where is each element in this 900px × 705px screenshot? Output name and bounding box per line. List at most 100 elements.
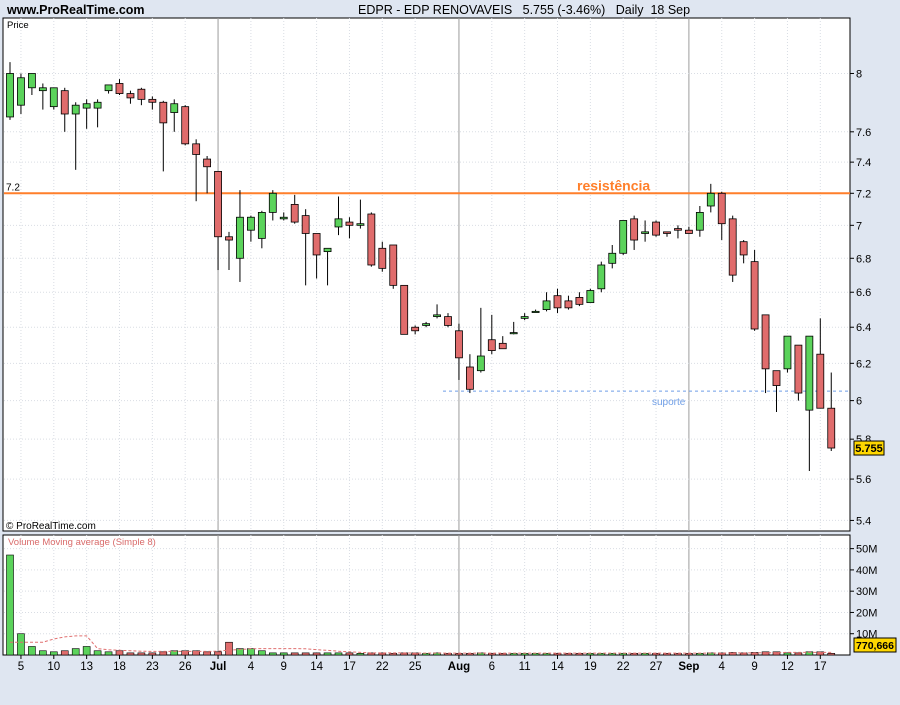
volume-tick-label: 50M [856, 544, 877, 556]
candle-body [38, 87, 47, 92]
candle-body [674, 228, 682, 231]
candle-body [268, 192, 277, 213]
candle-body [794, 344, 803, 394]
x-tick-label: 27 [650, 661, 663, 673]
candle-body [323, 247, 332, 253]
candle-down [794, 344, 803, 401]
x-tick-label: 13 [80, 661, 93, 673]
candle-body [455, 330, 463, 359]
volume-bar [137, 652, 146, 656]
x-tick-label: 17 [343, 661, 356, 673]
support-label: suporte [652, 397, 686, 408]
candle-body [49, 87, 58, 108]
candle-body [444, 316, 452, 326]
volume-bar [225, 641, 233, 656]
candle-body [126, 93, 135, 99]
chart-svg: www.ProRealTime.com EDPR - EDP RENOVAVEI… [0, 0, 900, 700]
candle-down [181, 105, 190, 146]
candle-body [334, 218, 343, 228]
candle-down [750, 249, 759, 331]
x-tick-label: 4 [719, 661, 726, 673]
candle-body [159, 101, 168, 124]
volume-bar [126, 652, 135, 656]
candle-body [597, 264, 606, 290]
volume-bar [60, 650, 69, 656]
x-tick-label: 22 [617, 661, 630, 673]
candle-body [246, 216, 255, 231]
candle-body [827, 407, 836, 449]
volume-bar [258, 650, 266, 656]
x-tick-label: 4 [248, 661, 255, 673]
y-tick-label: 6 [856, 396, 862, 408]
x-tick-label: 14 [310, 661, 323, 673]
candle-body [465, 366, 474, 390]
x-tick-label: 9 [751, 661, 757, 673]
candle-body [115, 83, 124, 94]
candle-body [225, 236, 233, 241]
candle-down [652, 220, 660, 237]
candle-body [6, 73, 14, 118]
candle-body [586, 290, 595, 304]
candle-body [257, 212, 266, 239]
candle-body [608, 252, 617, 264]
candle-body [487, 339, 496, 351]
y-tick-label: 6.2 [856, 358, 871, 370]
candle-body [641, 231, 649, 234]
candle-body [422, 323, 431, 326]
candle-body [93, 101, 102, 109]
volume-bar [71, 648, 80, 656]
candle-body [290, 203, 299, 223]
last-volume-badge: 770,666 [853, 637, 897, 653]
candle-body [203, 158, 212, 168]
candle-body [531, 310, 540, 313]
candle-body [685, 229, 693, 234]
candle-body [60, 90, 69, 115]
x-tick-label: 11 [519, 661, 531, 673]
candle-body [279, 216, 288, 220]
candle-body [104, 84, 113, 92]
volume-bar [115, 650, 124, 656]
candle-body [739, 241, 748, 256]
candle-body [728, 218, 737, 276]
x-tick-label: 9 [281, 661, 287, 673]
x-tick-label: 18 [113, 661, 126, 673]
candle-body [71, 104, 80, 115]
last-volume-badge-label: 770,666 [856, 640, 894, 652]
y-tick-label: 6.4 [856, 322, 871, 334]
candle-body [345, 221, 354, 226]
volume-bar [345, 652, 354, 656]
volume-tick-label: 20M [856, 607, 877, 619]
candle-body [663, 231, 671, 234]
candle-up [619, 220, 628, 255]
volume-bar [247, 648, 255, 656]
site-url[interactable]: www.ProRealTime.com [6, 3, 145, 17]
x-tick-label: 19 [584, 661, 597, 673]
volume-bar [17, 633, 25, 656]
volume-bar [93, 650, 102, 656]
candle-up [783, 335, 792, 373]
volume-bar [82, 646, 91, 656]
candle-body [575, 297, 584, 305]
candle-up [49, 87, 58, 110]
candle-body [498, 342, 507, 350]
x-tick-label: Aug [448, 661, 470, 673]
candle-body [772, 370, 781, 386]
candle-body [783, 335, 792, 370]
x-tick-label: 22 [376, 661, 389, 673]
x-tick-label: 10 [47, 661, 60, 673]
candle-body [356, 223, 365, 226]
x-tick-label: 14 [551, 661, 564, 673]
price-panel-label: Price [7, 20, 29, 31]
volume-panel [2, 534, 851, 656]
volume-bar [28, 646, 36, 656]
volume-bar [334, 652, 343, 656]
x-tick-label: 6 [489, 661, 495, 673]
y-tick-label: 7.2 [856, 188, 871, 200]
x-tick-label: 25 [409, 661, 422, 673]
copyright-label: © ProRealTime.com [6, 521, 96, 532]
volume-bar [323, 652, 332, 656]
volume-bar [356, 652, 365, 656]
volume-bar [159, 651, 168, 656]
candle-down [389, 244, 398, 289]
x-tick-label: 17 [814, 661, 827, 673]
